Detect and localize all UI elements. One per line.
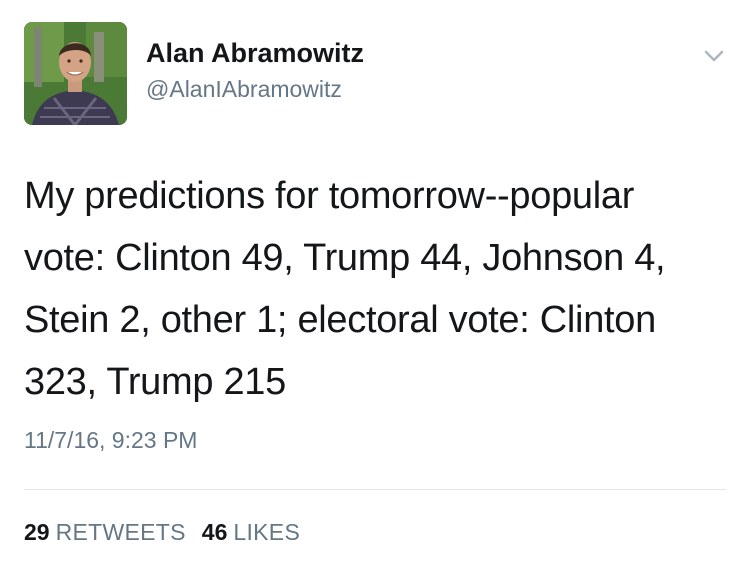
chevron-down-icon[interactable]	[700, 46, 728, 66]
divider	[24, 489, 726, 490]
avatar[interactable]	[24, 22, 127, 125]
author-name[interactable]: Alan Abramowitz	[146, 38, 364, 69]
tweet-text: My predictions for tomorrow--popular vot…	[24, 175, 666, 403]
tweet-timestamp[interactable]: 11/7/16, 9:23 PM	[24, 427, 197, 454]
retweets-count: 29	[24, 519, 50, 545]
retweets-label: RETWEETS	[55, 519, 186, 545]
likes-stat[interactable]: 46 LIKES	[202, 519, 300, 546]
likes-count: 46	[201, 519, 228, 545]
tweet-stats: 29 RETWEETS 46 LIKES	[24, 519, 316, 546]
tweet-card: Alan Abramowitz @AlanIAbramowitz My pred…	[0, 0, 750, 574]
retweets-stat[interactable]: 29 RETWEETS	[24, 519, 186, 546]
author-handle[interactable]: @AlanIAbramowitz	[146, 76, 342, 103]
likes-label: LIKES	[233, 519, 301, 545]
